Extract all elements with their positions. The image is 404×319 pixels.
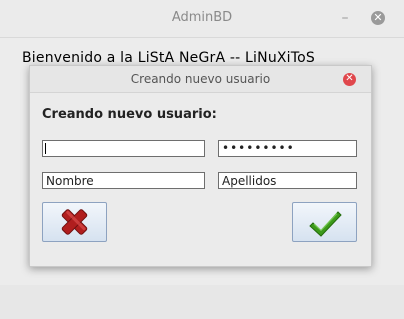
text-caret xyxy=(45,143,46,154)
name-field[interactable] xyxy=(42,172,205,189)
close-glyph: ✕ xyxy=(373,11,383,24)
dialog-heading: Creando nuevo usuario: xyxy=(42,107,217,122)
red-x-icon xyxy=(61,209,88,235)
main-content-area xyxy=(0,285,404,319)
green-check-icon xyxy=(309,211,342,237)
dialog-close-glyph: ✕ xyxy=(345,73,354,84)
main-titlebar[interactable]: AdminBD – ✕ xyxy=(0,0,404,38)
password-value: ••••••••• xyxy=(222,141,295,155)
dialog-title: Creando nuevo usuario xyxy=(130,72,271,86)
minimize-icon[interactable]: – xyxy=(336,9,354,27)
dialog-titlebar[interactable]: Creando nuevo usuario ✕ xyxy=(30,66,371,93)
new-user-dialog: Creando nuevo usuario ✕ Creando nuevo us… xyxy=(29,65,372,267)
username-field[interactable] xyxy=(42,140,205,157)
accept-button[interactable] xyxy=(292,202,357,242)
welcome-heading: Bienvenido a la LiStA NeGrA -- LiNuXiToS xyxy=(22,50,315,66)
window-close-icon[interactable]: ✕ xyxy=(371,11,385,25)
surname-field[interactable] xyxy=(218,172,357,189)
password-field[interactable]: ••••••••• xyxy=(218,140,357,157)
dialog-close-icon[interactable]: ✕ xyxy=(343,73,356,86)
cancel-button[interactable] xyxy=(42,202,107,242)
